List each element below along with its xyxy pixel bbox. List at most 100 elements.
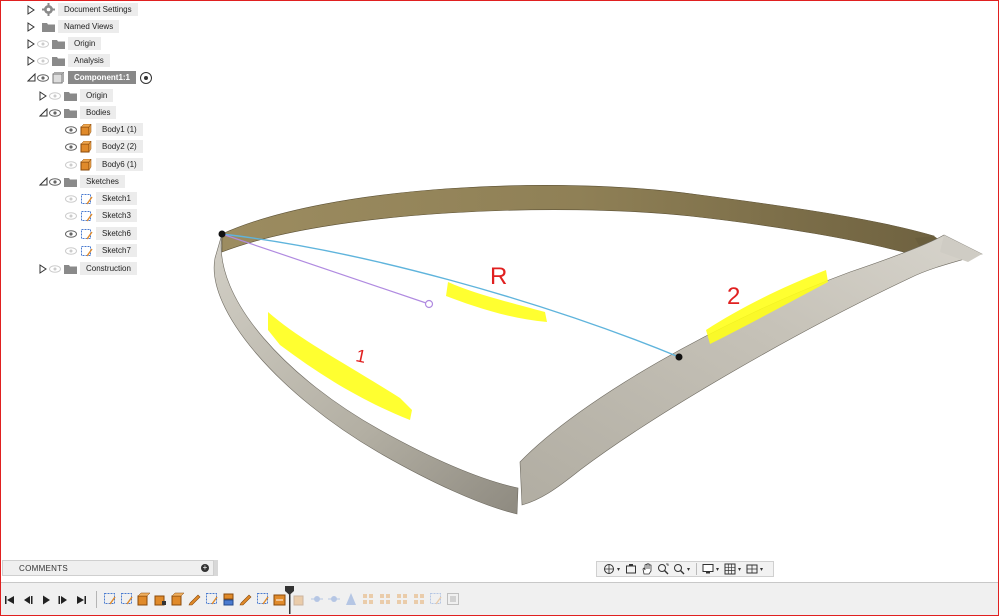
tree-item-sketch6[interactable]: Sketch6 <box>64 226 137 241</box>
eye-icon[interactable] <box>64 122 78 137</box>
orbit-icon[interactable] <box>601 562 617 576</box>
gear-icon <box>40 2 56 17</box>
timeline-split-feature-icon[interactable] <box>222 592 236 606</box>
go-to-end-icon[interactable] <box>75 593 87 607</box>
display-settings-icon[interactable] <box>700 562 716 576</box>
timeline-extrude-feature-icon[interactable] <box>137 592 151 606</box>
sketch-icon <box>78 243 94 258</box>
step-forward-icon[interactable] <box>57 593 69 607</box>
folder-icon <box>62 88 78 103</box>
expand-triangle-icon[interactable] <box>26 2 36 17</box>
tree-item-bodies[interactable]: Bodies <box>38 105 117 120</box>
tree-item-origin[interactable]: Origin <box>26 36 102 51</box>
grid-settings-icon[interactable] <box>722 562 738 576</box>
sketch-icon <box>78 226 94 241</box>
timeline-extrude-feature-icon[interactable] <box>154 592 168 606</box>
play-icon[interactable] <box>40 593 52 607</box>
eye-hidden-icon[interactable] <box>64 208 78 223</box>
eye-hidden-icon[interactable] <box>36 53 50 68</box>
eye-hidden-icon[interactable] <box>48 88 62 103</box>
tree-item-component[interactable]: Component1:1 <box>26 70 152 85</box>
tree-item-body2[interactable]: Body2 (2) <box>64 139 143 154</box>
left-surface-band[interactable] <box>213 233 519 515</box>
tree-item-label: Bodies <box>80 106 117 119</box>
eye-hidden-icon[interactable] <box>64 191 78 206</box>
tree-item-construction[interactable]: Construction <box>38 261 137 276</box>
sketch-line-purple[interactable] <box>221 233 430 305</box>
eye-icon[interactable] <box>48 105 62 120</box>
activate-component-radio[interactable] <box>140 71 152 84</box>
timeline-edit-feature-icon[interactable] <box>239 592 253 606</box>
eye-icon[interactable] <box>64 226 78 241</box>
tree-item-label: Sketch7 <box>96 244 137 257</box>
folder-icon <box>62 174 78 189</box>
timeline-sketch-feature-icon[interactable] <box>120 592 134 606</box>
collapse-triangle-icon[interactable] <box>26 70 36 85</box>
tree-item-document-settings[interactable]: Document Settings <box>26 2 138 17</box>
navigation-toolbar: ▾ ▾ ▾ ▾ ▾ <box>596 561 774 577</box>
tree-item-sketch1[interactable]: Sketch1 <box>64 191 137 206</box>
viewports-icon[interactable] <box>744 562 760 576</box>
tree-item-label: Origin <box>68 37 102 50</box>
eye-hidden-icon[interactable] <box>64 243 78 258</box>
chevron-down-icon[interactable]: ▾ <box>687 566 693 573</box>
comments-resize-handle[interactable] <box>214 560 218 576</box>
tree-item-sketch3[interactable]: Sketch3 <box>64 208 137 223</box>
annotation-2: 2 <box>727 283 740 310</box>
timeline-pattern-feature-icon[interactable] <box>378 592 392 606</box>
zoom-window-icon[interactable] <box>655 562 671 576</box>
expand-triangle-icon[interactable] <box>38 261 48 276</box>
top-surface-band[interactable] <box>221 185 935 256</box>
tree-item-body1[interactable]: Body1 (1) <box>64 122 143 137</box>
eye-hidden-icon[interactable] <box>48 261 62 276</box>
collapse-triangle-icon[interactable] <box>38 105 48 120</box>
eye-icon[interactable] <box>36 70 50 85</box>
expand-triangle-icon[interactable] <box>26 19 36 34</box>
tree-item-label: Body1 (1) <box>96 123 143 136</box>
tree-item-body6[interactable]: Body6 (1) <box>64 157 143 172</box>
timeline-pattern-feature-icon[interactable] <box>395 592 409 606</box>
timeline-point-feature-icon[interactable] <box>310 592 324 606</box>
timeline-sketch-feature-icon[interactable] <box>256 592 270 606</box>
expand-triangle-icon[interactable] <box>38 88 48 103</box>
timeline-body-feature-icon[interactable] <box>293 592 307 606</box>
tree-item-label: Body2 (2) <box>96 140 143 153</box>
expand-triangle-icon[interactable] <box>26 53 36 68</box>
timeline-point-feature-icon[interactable] <box>327 592 341 606</box>
tree-item-sketches[interactable]: Sketches <box>38 174 125 189</box>
timeline-plane-feature-icon[interactable] <box>344 592 358 606</box>
toolbar-divider <box>696 563 697 575</box>
timeline-edit-feature-icon[interactable] <box>188 592 202 606</box>
folder-icon <box>50 53 66 68</box>
timeline-sketch-feature-icon[interactable] <box>205 592 219 606</box>
eye-hidden-icon[interactable] <box>36 36 50 51</box>
eye-icon[interactable] <box>64 139 78 154</box>
pan-hand-icon[interactable] <box>639 562 655 576</box>
timeline-sketch-feature-icon[interactable] <box>429 592 443 606</box>
chevron-down-icon[interactable]: ▾ <box>760 566 766 573</box>
go-to-start-icon[interactable] <box>4 593 16 607</box>
tree-item-component-origin[interactable]: Origin <box>38 88 114 103</box>
timeline-group-feature-icon[interactable] <box>446 592 460 606</box>
tree-item-sketch7[interactable]: Sketch7 <box>64 243 137 258</box>
sketch-endpoint-purple[interactable] <box>424 299 434 309</box>
step-back-icon[interactable] <box>22 593 34 607</box>
timeline-body-feature-icon[interactable] <box>171 592 185 606</box>
tree-item-named-views[interactable]: Named Views <box>26 19 120 34</box>
timeline-pattern-feature-icon[interactable] <box>361 592 375 606</box>
add-comment-icon[interactable]: + <box>201 564 209 572</box>
comments-panel[interactable]: COMMENTS + <box>2 560 214 576</box>
expand-triangle-icon[interactable] <box>26 36 36 51</box>
tree-item-label: Sketch3 <box>96 209 137 222</box>
collapse-triangle-icon[interactable] <box>38 174 48 189</box>
tree-item-label: Body6 (1) <box>96 158 143 171</box>
timeline-sketch-feature-icon[interactable] <box>103 592 117 606</box>
look-at-icon[interactable] <box>623 562 639 576</box>
right-surface-band[interactable] <box>519 234 983 506</box>
eye-icon[interactable] <box>48 174 62 189</box>
eye-hidden-icon[interactable] <box>64 157 78 172</box>
sketch-point-right[interactable] <box>675 353 683 361</box>
fit-zoom-icon[interactable] <box>671 562 687 576</box>
timeline-pattern-feature-icon[interactable] <box>412 592 426 606</box>
tree-item-analysis[interactable]: Analysis <box>26 53 110 68</box>
